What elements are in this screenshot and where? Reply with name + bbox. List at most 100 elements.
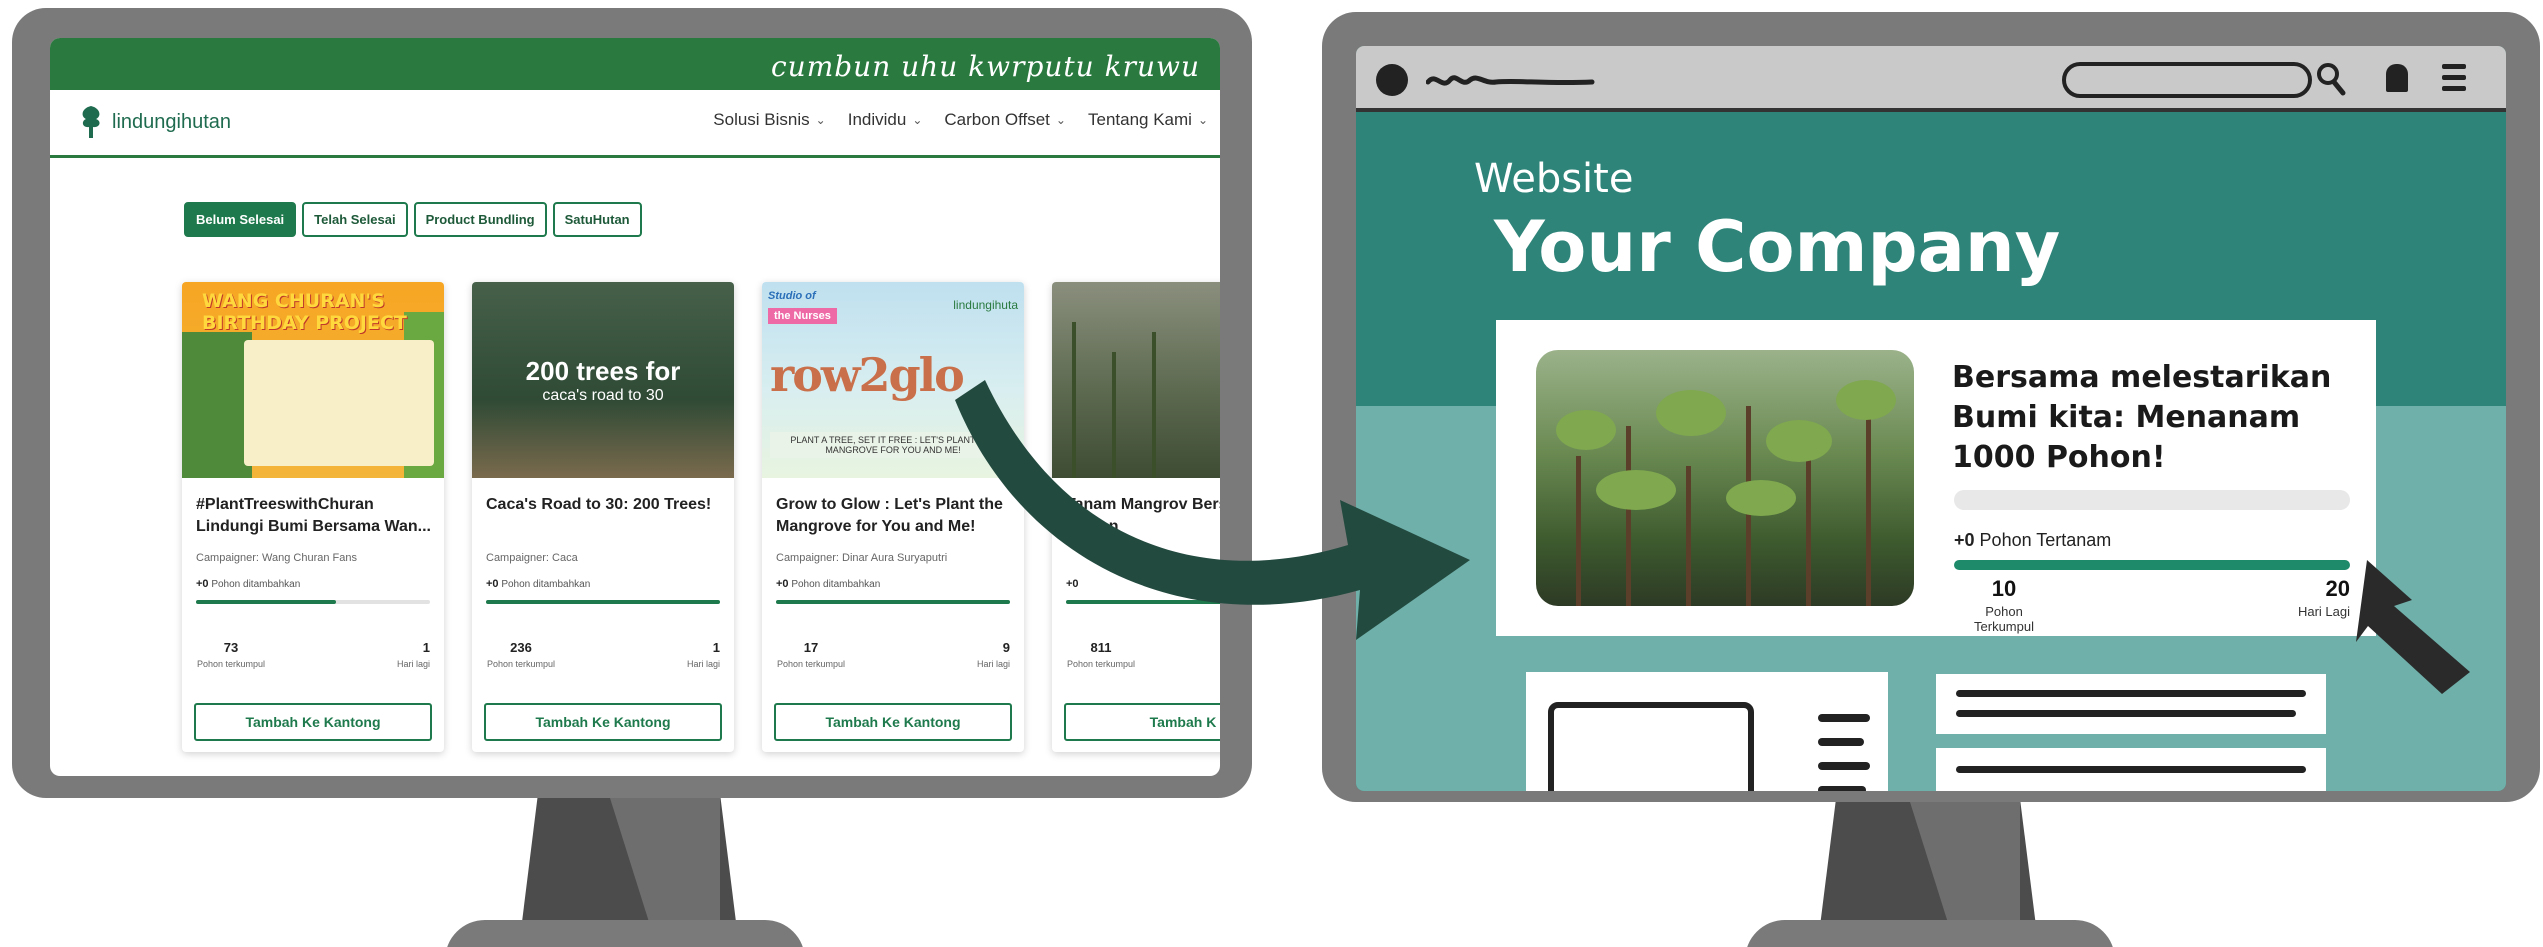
hamburger-icon[interactable] [2442,64,2466,97]
progress-fill [196,600,337,604]
browser-dot-icon [1376,64,1408,96]
thumb-logo-text: lindungihuta [953,298,1018,312]
photo-stem [1686,466,1691,606]
widget-progress-bar [1954,560,2350,570]
tab-telah-selesai[interactable]: Telah Selesai [302,202,408,237]
add-to-cart-button[interactable]: Tambah Ke Kantong [774,703,1012,741]
campaign-card[interactable]: 200 trees for caca's road to 30 Caca's R… [472,282,734,752]
campaign-progress-bar [776,600,1010,604]
search-icon[interactable] [2316,62,2346,96]
widget-days-count: 20 [2325,576,2350,601]
photo-leaf [1836,380,1896,420]
nav-item-solusi-bisnis[interactable]: Solusi Bisnis ⌄ [713,110,825,130]
campaign-title[interactable]: #PlantTreeswithChuran Lindungi Bumi Bers… [196,494,436,538]
company-website-illustration: Website Your Company Bersama melestarika… [1356,46,2506,791]
campaign-thumbnail: Studio of the Nurses lindungihuta row2gl… [762,282,1024,478]
widget-title: Bersama melestarikan Bumi kita: Menanam … [1952,360,2332,475]
nav-item-individu[interactable]: Individu ⌄ [848,110,923,130]
widget-days-label: Hari Lagi [2297,604,2350,619]
photo-leaf [1656,390,1726,436]
campaign-title[interactable]: Caca's Road to 30: 200 Trees! [486,494,726,516]
days-left: 1 Hari lagi [660,640,720,669]
add-to-cart-button[interactable]: Tambah K [1064,703,1220,741]
added-count: +0 [486,578,499,590]
placeholder-line [1956,690,2306,697]
thumb-footer-text: PLANT A TREE, SET IT FREE : LET'S PLANT … [770,432,1016,458]
campaigner-name: Campaigner: Caca [486,552,578,564]
thumb-stalk [1072,322,1076,478]
campaign-title[interactable]: Grow to Glow : Let's Plant the Mangrove … [776,494,1016,538]
placeholder-line [1818,738,1864,746]
added-label: Pohon ditambahkan [501,579,591,590]
collected-label: Pohon terkumpul [776,659,846,669]
thumb-small-text: caca's road to 30 [542,386,664,404]
widget-trees-collected: 10 Pohon Terkumpul [1954,576,2054,634]
logo-text: lindungihutan [112,110,231,133]
placeholder-image-box [1548,702,1754,791]
days-left: 1 Hari lagi [370,640,430,669]
trees-added: +0 Pohon ditambahkan [776,578,880,590]
add-to-cart-button[interactable]: Tambah Ke Kantong [194,703,432,741]
widget-collected-label: Pohon Terkumpul [1974,604,2034,634]
tab-product-bundling[interactable]: Product Bundling [413,202,547,237]
widget-days-left: 20 Hari Lagi [2254,576,2350,619]
trees-collected: 73 Pohon terkumpul [196,640,266,669]
thumb-tree-shape [182,332,252,478]
mangrove-photo [1536,350,1914,606]
campaign-card[interactable]: Studio of the Nurses lindungihuta row2gl… [762,282,1024,752]
nav-item-tentang-kami[interactable]: Tentang Kami ⌄ [1088,110,1208,130]
campaign-progress-bar [1066,600,1220,604]
widget-progress-fill [1954,560,2350,570]
placeholder-line [1956,710,2296,717]
nav-label: Tentang Kami [1087,110,1192,129]
thumb-title-text: WANG CHURAN'S BIRTHDAY PROJECT [202,290,407,334]
campaign-widget: Bersama melestarikan Bumi kita: Menanam … [1496,320,2376,636]
campaign-card[interactable]: Tanam Mangrov Bersama Tristan +0 811 Poho… [1052,282,1220,752]
collected-label: Pohon terkumpul [196,659,266,669]
campaigner-name: Campaigner: Wang Churan Fans [196,552,358,564]
bell-icon[interactable] [2386,64,2408,92]
thumb-big-text: 200 trees for [525,355,681,386]
days-label: Hari lagi [976,659,1010,669]
thumb-word-art: row2glo [770,348,965,402]
days-count: 1 [422,640,430,655]
progress-fill [486,600,720,604]
company-name: Your Company [1494,206,2061,288]
progress-fill [1066,600,1220,604]
placeholder-line [1818,762,1870,770]
header-handwriting: cumbun uhu kwrputu kruwu [770,50,1200,83]
scribble-title-icon [1426,75,1595,86]
address-bar[interactable] [2062,62,2312,98]
photo-leaf [1766,420,1832,462]
site-logo[interactable]: lindungihutan [76,104,231,140]
trees-collected: 17 Pohon terkumpul [776,640,846,669]
days-label: Hari lagi [686,659,720,669]
photo-stem [1806,446,1811,606]
thumb-stalk [1152,332,1156,478]
browser-bar [1356,46,2506,112]
nav-label: Solusi Bisnis [713,110,810,129]
widget-collected-count: 10 [1991,576,2017,601]
campaign-thumbnail: WANG CHURAN'S BIRTHDAY PROJECT [182,282,444,478]
placeholder-text-block [1936,748,2326,791]
campaign-title[interactable]: Tanam Mangrov Bersama Tristan [1066,494,1220,538]
campaign-thumbnail: 200 trees for caca's road to 30 [472,282,734,478]
nav-label: Individu [847,110,907,129]
trees-added: +0 Pohon ditambahkan [486,578,590,590]
added-count: +0 [196,578,209,590]
days-left: 9 Hari lagi [950,640,1010,669]
add-to-cart-button[interactable]: Tambah Ke Kantong [484,703,722,741]
tab-satuhutan[interactable]: SatuHutan [552,202,642,237]
chevron-down-icon: ⌄ [912,113,923,127]
tree-logo-icon [82,106,100,138]
lindungihutan-website: cumbun uhu kwrputu kruwu lindungihutan S… [50,38,1220,776]
tab-belum-selesai[interactable]: Belum Selesai [184,202,297,237]
added-count: +0 [776,578,789,590]
nav-item-carbon-offset[interactable]: Carbon Offset ⌄ [944,110,1066,130]
campaign-card[interactable]: WANG CHURAN'S BIRTHDAY PROJECT #PlantTre… [182,282,444,752]
website-label: Website [1474,156,1634,202]
collected-count: 811 [1090,640,1112,655]
trees-collected: 236 Pohon terkumpul [486,640,556,669]
photo-leaf [1596,470,1676,510]
main-navbar: lindungihutan Solusi Bisnis ⌄ Individu ⌄ C… [50,90,1220,158]
